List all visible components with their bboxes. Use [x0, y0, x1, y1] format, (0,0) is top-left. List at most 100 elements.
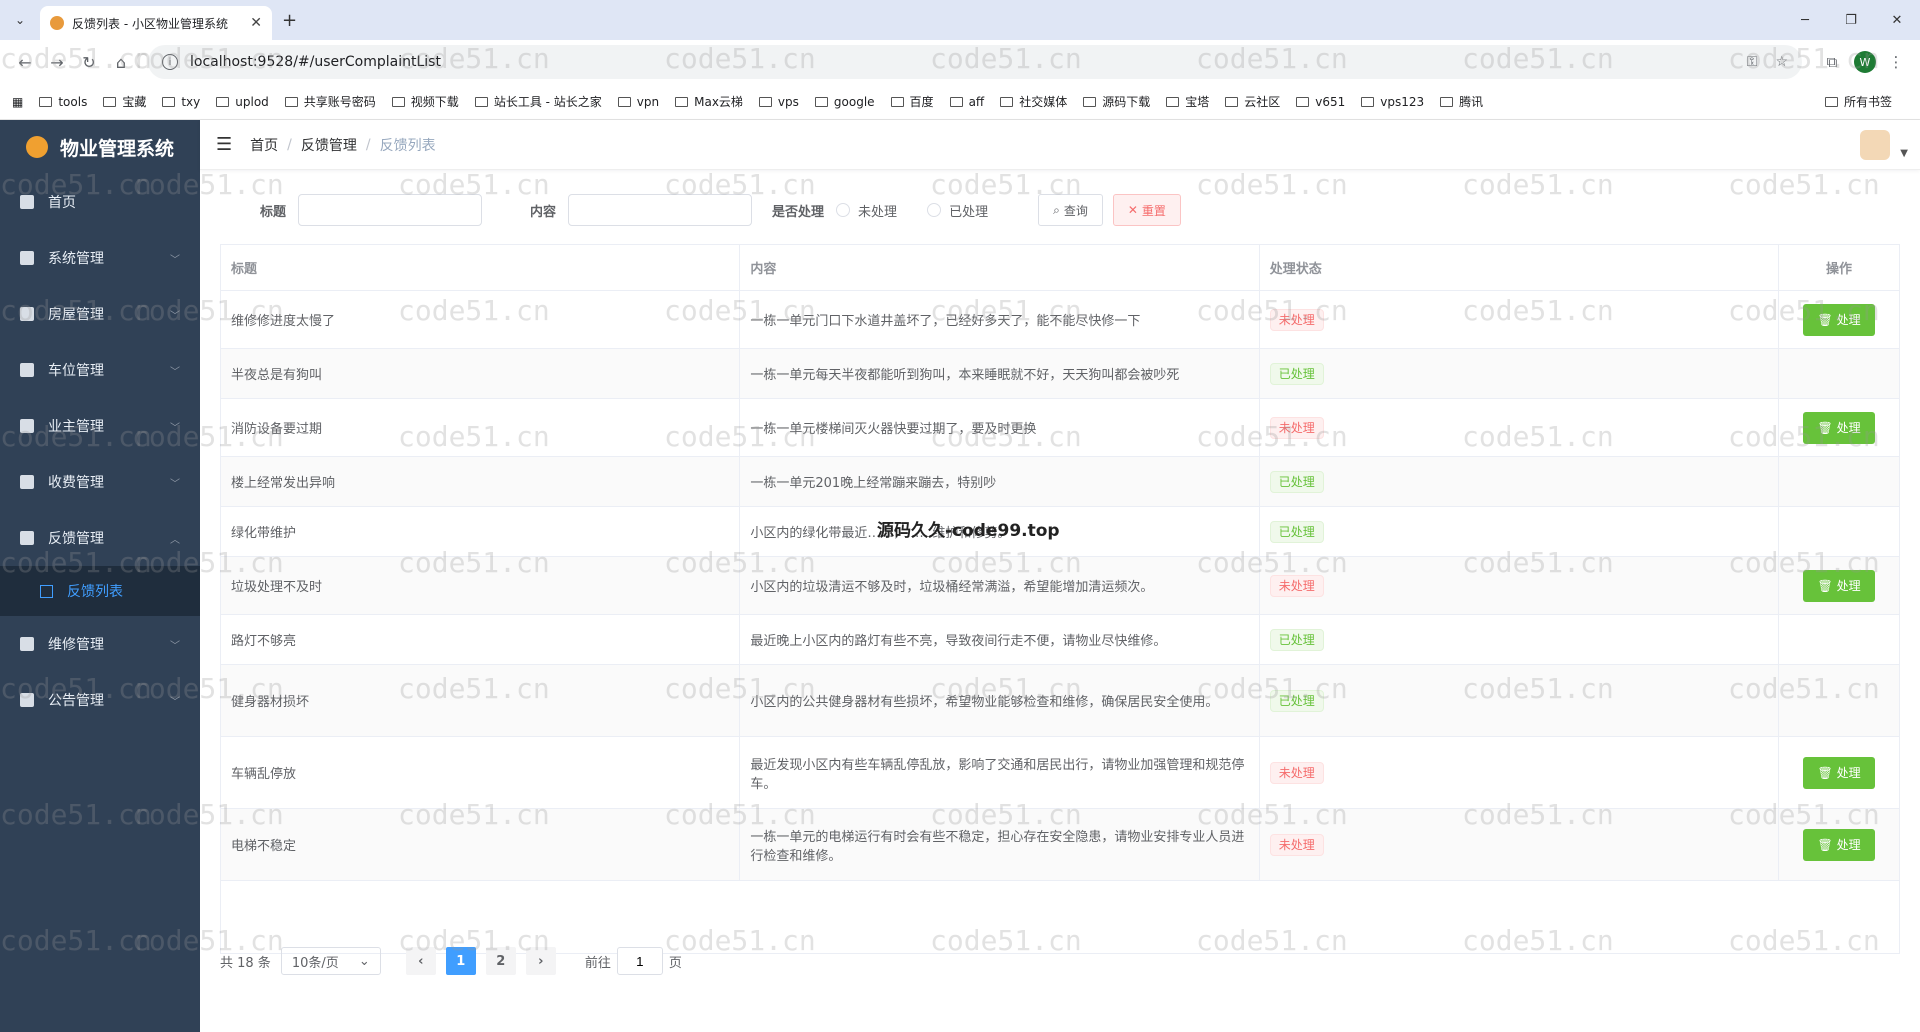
bookmark-star-icon[interactable]: ☆ — [1775, 54, 1788, 70]
sidebar-item-notice[interactable]: 公告管理 ﹀ — [0, 672, 200, 728]
bookmark-item[interactable]: 共享账号密码 — [284, 93, 376, 110]
home-icon[interactable]: ⌂ — [106, 47, 136, 77]
close-window-icon[interactable]: ✕ — [1874, 0, 1920, 40]
bookmark-item[interactable]: 源码下载 — [1083, 93, 1150, 110]
process-button[interactable]: 🗑 处理 — [1803, 828, 1876, 861]
bookmark-item[interactable]: 站长工具 - 站长之家 — [474, 93, 602, 110]
sidebar-item-system[interactable]: 系统管理 ﹀ — [0, 230, 200, 286]
cell-action — [1779, 665, 1899, 736]
cell-action — [1779, 615, 1899, 664]
sidebar-item-repair[interactable]: 维修管理 ﹀ — [0, 616, 200, 672]
cell-action: 🗑 处理 — [1779, 399, 1899, 456]
profile-avatar[interactable]: W — [1854, 51, 1876, 73]
user-avatar[interactable] — [1860, 130, 1890, 160]
next-page-button[interactable]: › — [525, 947, 556, 975]
browser-menu-icon[interactable]: ⋮ — [1882, 48, 1910, 76]
search-button[interactable]: ⌕ 查询 — [1038, 194, 1103, 226]
bookmark-item[interactable]: vpn — [617, 95, 659, 109]
hamburger-icon[interactable]: ☰ — [216, 134, 232, 155]
radio-processed[interactable]: 已处理 — [927, 201, 988, 220]
tab-list-icon[interactable]: ⌄ — [8, 8, 32, 32]
sidebar: 物业管理系统 首页 系统管理 ﹀ 房屋管理 ﹀ 车位管理 ﹀ 业主管理 ﹀ 收费管理 ﹀ … — [0, 120, 200, 1032]
all-bookmarks[interactable]: 所有书签 — [1824, 93, 1892, 110]
breadcrumb-feedback[interactable]: 反馈管理 — [301, 135, 357, 155]
cloud-icon — [216, 96, 230, 107]
breadcrumb-home[interactable]: 首页 — [250, 135, 278, 155]
bookmark-item[interactable]: Max云梯 — [675, 93, 743, 110]
forward-icon[interactable]: → — [42, 47, 72, 77]
folder-icon — [1824, 96, 1838, 107]
extensions-icon[interactable]: ⧉ — [1818, 48, 1846, 76]
copy-icon — [20, 693, 34, 707]
table-row: 电梯不稳定 一栋一单元的电梯运行有时会有些不稳定，担心存在安全隐患，请物业安排专业… — [221, 809, 1899, 881]
reset-button[interactable]: ✕ 重置 — [1112, 194, 1181, 226]
bookmark-item[interactable]: v651 — [1296, 95, 1345, 109]
header-action: 操作 — [1826, 262, 1853, 277]
page-size-select[interactable]: 10条/页 ⌄ — [280, 947, 381, 975]
bookmark-item[interactable]: 宝塔 — [1166, 93, 1209, 110]
caret-down-icon[interactable]: ▼ — [1900, 148, 1908, 159]
bookmark-item[interactable]: vps123 — [1361, 95, 1424, 109]
bookmark-item[interactable]: 视频下载 — [391, 93, 459, 110]
radio-unprocessed[interactable]: 未处理 — [836, 201, 897, 220]
bookmark-item[interactable]: vps — [758, 95, 799, 109]
status-badge: 已处理 — [1269, 520, 1324, 543]
process-button[interactable]: 🗑 处理 — [1803, 756, 1876, 789]
close-tab-icon[interactable]: ✕ — [250, 15, 262, 31]
process-button[interactable]: 🗑 处理 — [1803, 411, 1876, 444]
grid-icon — [20, 251, 34, 265]
prev-page-button[interactable]: ‹ — [405, 947, 436, 975]
apps-icon[interactable]: ▦ — [12, 95, 23, 109]
content-input[interactable] — [568, 194, 753, 226]
address-bar-row: ← → ↻ ⌂ i localhost:9528/#/userComplaint… — [0, 40, 1920, 84]
url-text[interactable]: localhost:9528/#/userComplaintList — [190, 54, 1729, 70]
browser-tab[interactable]: 反馈列表 - 小区物业管理系统 ✕ — [40, 6, 272, 40]
bookmark-item[interactable]: txy — [162, 95, 200, 109]
bookmark-item[interactable]: google — [814, 95, 875, 109]
page-1-button[interactable]: 1 — [445, 947, 476, 975]
site-info-icon[interactable]: i — [162, 54, 178, 70]
process-button[interactable]: 🗑 处理 — [1803, 569, 1876, 602]
bookmark-item[interactable]: tools — [39, 95, 87, 109]
plus-circle-icon — [20, 307, 34, 321]
status-badge: 未处理 — [1269, 574, 1324, 597]
process-button[interactable]: 🗑 处理 — [1803, 303, 1876, 336]
back-icon[interactable]: ← — [10, 47, 40, 77]
baidu-icon — [890, 96, 904, 107]
sidebar-subitem-feedback-list[interactable]: 反馈列表 — [0, 566, 200, 616]
bookmark-item[interactable]: 云社区 — [1225, 93, 1280, 110]
folder-icon — [39, 96, 53, 107]
omnibox[interactable]: i localhost:9528/#/userComplaintList ⚿ ☆ — [148, 45, 1802, 79]
delete-icon: 🗑 — [1817, 312, 1833, 327]
sidebar-item-feedback[interactable]: 反馈管理 ︿ — [0, 510, 200, 566]
restore-icon[interactable]: ❐ — [1828, 0, 1874, 40]
new-tab-icon[interactable]: + — [282, 10, 297, 31]
cell-content: 一栋一单元门口下水道井盖坏了，已经好多天了，能不能尽快修一下 — [740, 291, 1260, 348]
bookmark-item[interactable]: 社交媒体 — [1000, 93, 1067, 110]
bookmark-item[interactable]: aff — [949, 95, 984, 109]
sidebar-item-home[interactable]: 首页 — [0, 174, 200, 230]
cell-status: 未处理 — [1260, 809, 1780, 880]
table-row: 垃圾处理不及时 小区内的垃圾清运不够及时，垃圾桶经常满溢，希望能增加清运频次。 未处… — [221, 557, 1899, 615]
bookmark-item[interactable]: 百度 — [890, 93, 934, 110]
bookmark-item[interactable]: 腾讯 — [1440, 93, 1483, 110]
folder-icon — [1440, 96, 1454, 107]
minimize-icon[interactable]: ─ — [1782, 0, 1828, 40]
sidebar-item-owner[interactable]: 业主管理 ﹀ — [0, 398, 200, 454]
goto-page-input[interactable] — [616, 947, 663, 975]
sidebar-item-fee[interactable]: 收费管理 ﹀ — [0, 454, 200, 510]
bookmarks-bar: ▦ tools 宝藏 txy uplod 共享账号密码 视频下载 站长工具 - … — [0, 84, 1920, 120]
delete-icon: 🗑 — [1817, 765, 1833, 780]
title-input[interactable] — [298, 194, 483, 226]
password-key-icon[interactable]: ⚿ — [1747, 54, 1758, 70]
sidebar-item-house[interactable]: 房屋管理 ﹀ — [0, 286, 200, 342]
sidebar-item-parking[interactable]: 车位管理 ﹀ — [0, 342, 200, 398]
tag-icon — [20, 475, 34, 489]
bookmark-item[interactable]: uplod — [216, 95, 269, 109]
sheet-icon — [284, 96, 298, 107]
table-icon — [20, 419, 34, 433]
cell-status: 已处理 — [1260, 349, 1780, 398]
reload-icon[interactable]: ↻ — [74, 47, 104, 77]
page-2-button[interactable]: 2 — [485, 947, 516, 975]
bookmark-item[interactable]: 宝藏 — [103, 93, 146, 110]
